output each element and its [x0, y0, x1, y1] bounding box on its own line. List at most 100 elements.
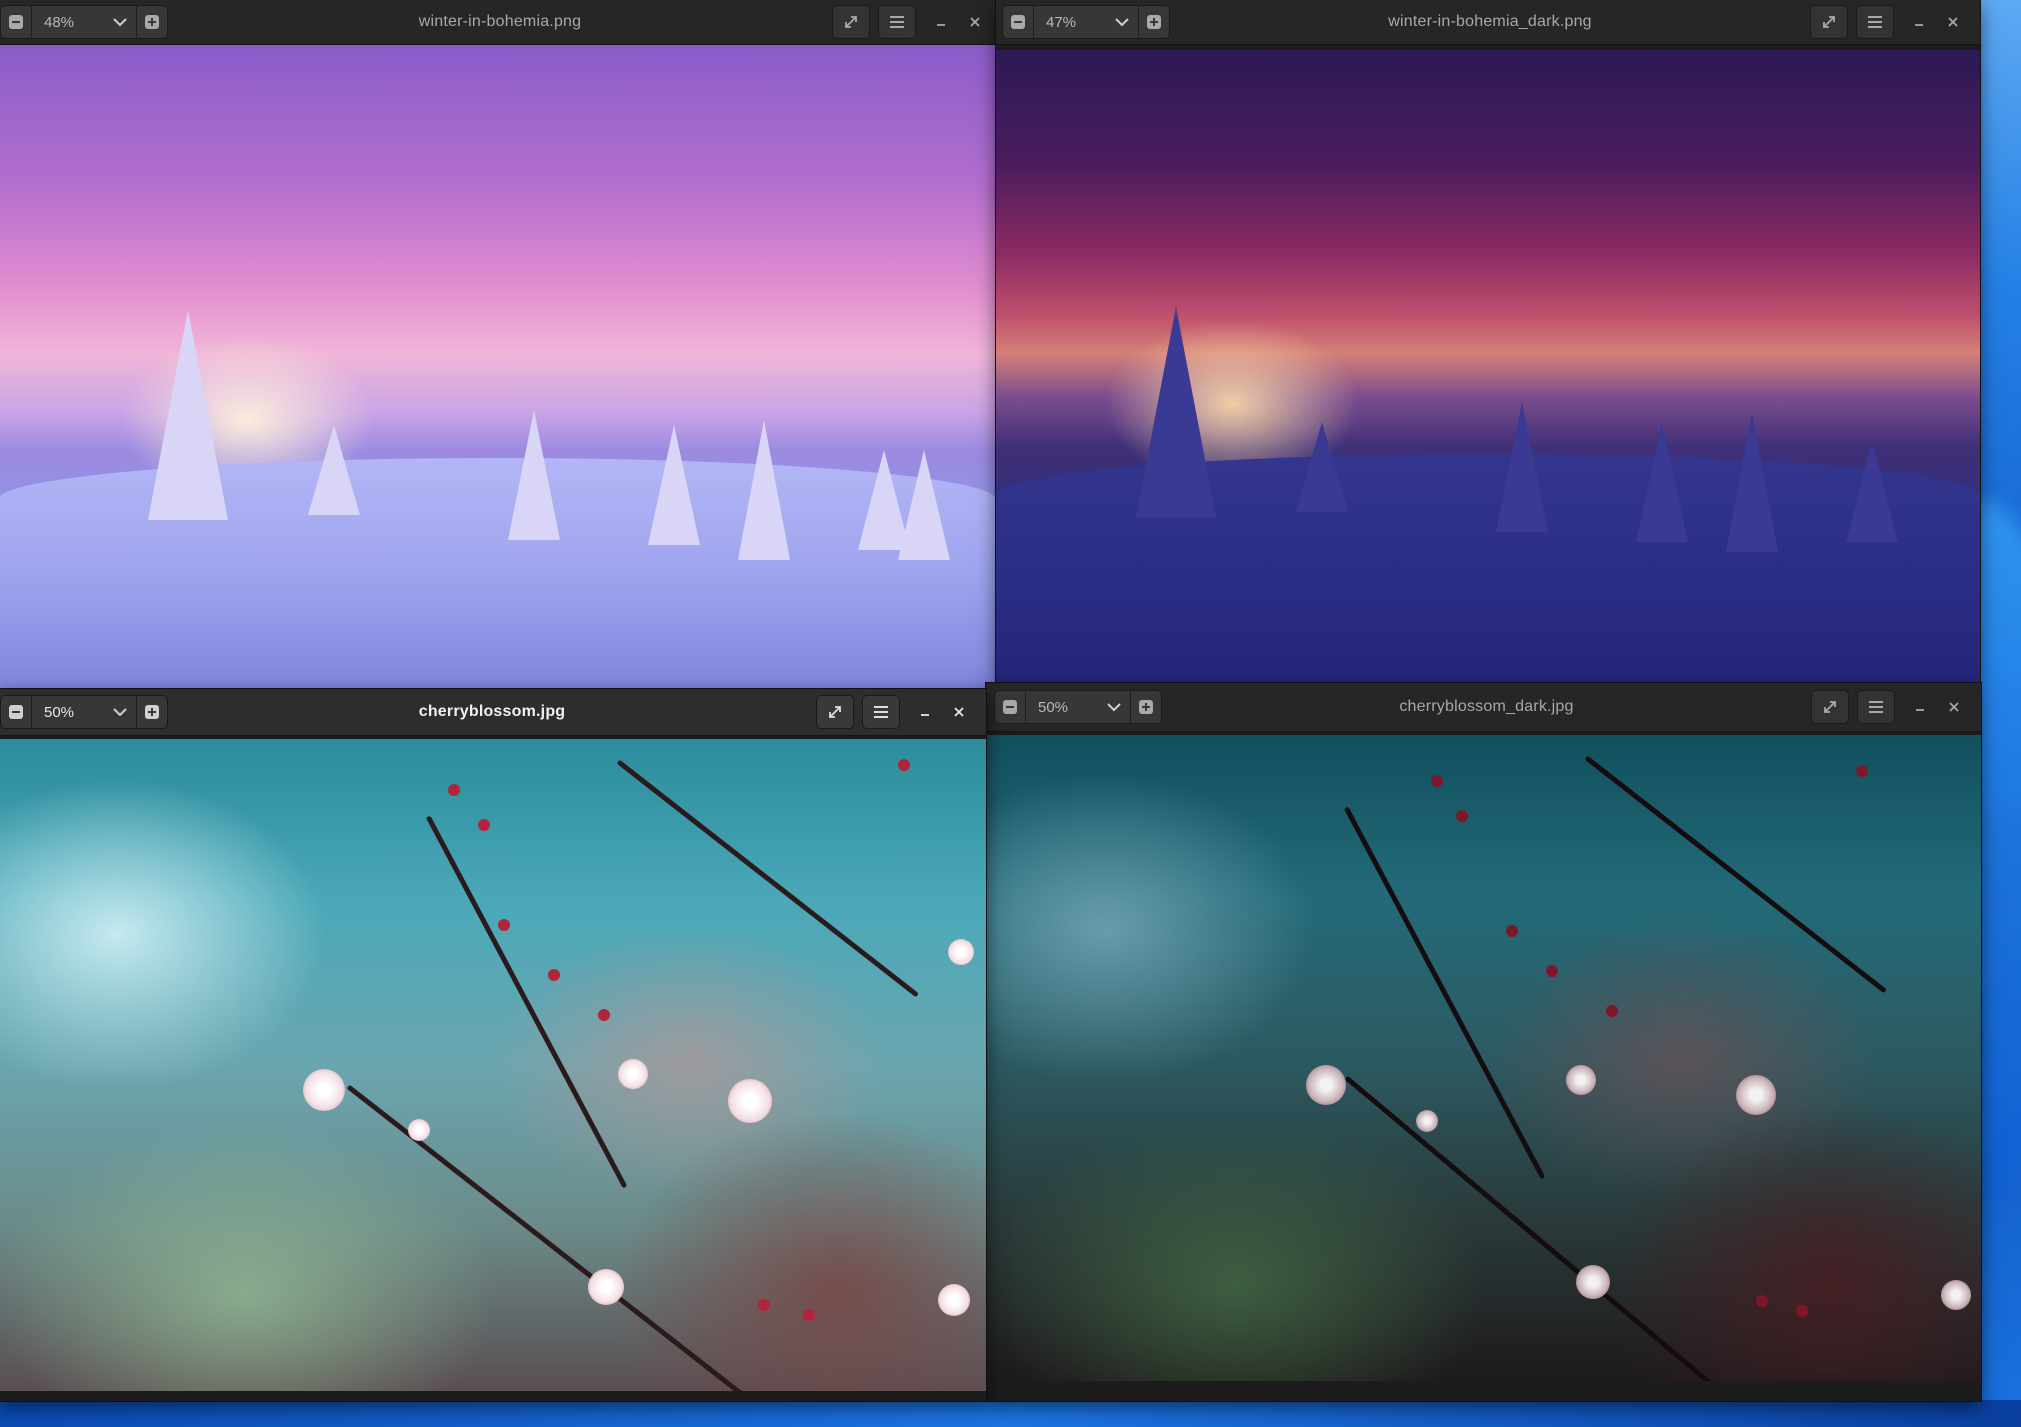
- zoom-out-button[interactable]: [995, 691, 1025, 723]
- blossom: [618, 1059, 648, 1089]
- zoom-dropdown-button[interactable]: [104, 6, 137, 38]
- hamburger-menu-icon: [890, 16, 904, 28]
- cherry-photo: [0, 739, 986, 1391]
- zoom-in-button[interactable]: [137, 6, 167, 38]
- branch: [1343, 806, 1546, 1180]
- close-icon: [1949, 702, 1959, 712]
- winter-photo: [0, 45, 996, 690]
- bud: [803, 1309, 815, 1321]
- titlebar: 50% cherryblossom_dark.jpg: [986, 683, 1981, 732]
- window-title: winter-in-bohemia_dark.png: [1388, 13, 1592, 30]
- image-canvas[interactable]: [0, 739, 986, 1391]
- blossom: [1941, 1280, 1971, 1310]
- fullscreen-button[interactable]: [816, 695, 854, 729]
- bud: [1756, 1295, 1768, 1307]
- blossom: [588, 1269, 624, 1305]
- image-canvas[interactable]: [0, 45, 996, 690]
- blossom: [1306, 1065, 1346, 1105]
- chevron-down-icon: [1115, 18, 1129, 27]
- close-button[interactable]: [1937, 691, 1971, 723]
- window-title: cherryblossom_dark.jpg: [1399, 698, 1574, 715]
- menu-button[interactable]: [878, 5, 916, 39]
- fullscreen-button[interactable]: [1810, 5, 1848, 39]
- snow-tree: [1726, 412, 1778, 552]
- close-button[interactable]: [942, 696, 976, 728]
- bud: [1431, 775, 1443, 787]
- menu-button[interactable]: [1856, 5, 1894, 39]
- image-canvas[interactable]: [996, 50, 1980, 682]
- plus-square-icon: [1139, 700, 1153, 714]
- snow-tree: [738, 420, 790, 560]
- minimize-button[interactable]: [1903, 691, 1937, 723]
- bud: [1546, 965, 1558, 977]
- blossom: [1416, 1110, 1438, 1132]
- minimize-icon: [937, 24, 945, 26]
- zoom-out-button[interactable]: [1, 696, 31, 728]
- fullscreen-button[interactable]: [832, 5, 870, 39]
- menu-button[interactable]: [1857, 690, 1895, 724]
- zoom-out-button[interactable]: [1003, 6, 1033, 38]
- snow-tree: [1296, 422, 1348, 512]
- plus-square-icon: [145, 705, 159, 719]
- zoom-level[interactable]: 50%: [31, 696, 104, 728]
- bud: [548, 969, 560, 981]
- snow-tree: [508, 410, 560, 540]
- zoom-in-button[interactable]: [1139, 6, 1169, 38]
- image-viewer-window: 47% winter-in-bohemia_dark.png: [996, 0, 1980, 682]
- zoom-control: 50%: [0, 695, 168, 729]
- image-canvas[interactable]: [986, 735, 1981, 1381]
- minimize-icon: [1916, 709, 1924, 711]
- fullscreen-button[interactable]: [1811, 690, 1849, 724]
- bud: [1606, 1005, 1618, 1017]
- minus-square-icon: [9, 705, 23, 719]
- hamburger-menu-icon: [874, 706, 888, 718]
- zoom-dropdown-button[interactable]: [104, 696, 137, 728]
- snow-tree: [648, 425, 700, 545]
- bud: [478, 819, 490, 831]
- close-icon: [970, 17, 980, 27]
- zoom-level[interactable]: 50%: [1025, 691, 1098, 723]
- zoom-in-button[interactable]: [1131, 691, 1161, 723]
- winter-dark-photo: [996, 50, 1980, 682]
- bud: [1856, 765, 1868, 777]
- minimize-button[interactable]: [908, 696, 942, 728]
- expand-arrows-icon: [1823, 16, 1835, 28]
- close-button[interactable]: [1936, 6, 1970, 38]
- snow-tree: [1636, 422, 1688, 542]
- bud: [1506, 925, 1518, 937]
- bud: [1456, 810, 1468, 822]
- zoom-level[interactable]: 48%: [31, 6, 104, 38]
- snow-tree: [1496, 402, 1548, 532]
- snow-tree: [148, 310, 228, 520]
- titlebar: 48% winter-in-bohemia.png: [0, 0, 996, 45]
- blossom: [728, 1079, 772, 1123]
- zoom-dropdown-button[interactable]: [1098, 691, 1131, 723]
- menu-button[interactable]: [862, 695, 900, 729]
- zoom-dropdown-button[interactable]: [1106, 6, 1139, 38]
- plus-square-icon: [1147, 15, 1161, 29]
- expand-arrows-icon: [1824, 701, 1836, 713]
- hamburger-menu-icon: [1868, 16, 1882, 28]
- minimize-button[interactable]: [924, 6, 958, 38]
- image-viewer-window: 50% cherryblossom_dark.jpg: [986, 683, 1981, 1401]
- minimize-button[interactable]: [1902, 6, 1936, 38]
- zoom-in-button[interactable]: [137, 696, 167, 728]
- minus-square-icon: [1003, 700, 1017, 714]
- zoom-control: 48%: [0, 5, 168, 39]
- titlebar: 50% cherryblossom.jpg: [0, 689, 986, 736]
- image-viewer-window: 50% cherryblossom.jpg: [0, 689, 986, 1401]
- snow-tree: [308, 425, 360, 515]
- blossom: [938, 1284, 970, 1316]
- titlebar: 47% winter-in-bohemia_dark.png: [996, 0, 1980, 45]
- blossom: [1576, 1265, 1610, 1299]
- bud: [1796, 1305, 1808, 1317]
- zoom-out-button[interactable]: [1, 6, 31, 38]
- branch: [1344, 1075, 1746, 1381]
- zoom-level[interactable]: 47%: [1033, 6, 1106, 38]
- bud: [758, 1299, 770, 1311]
- chevron-down-icon: [113, 708, 127, 717]
- plus-square-icon: [145, 15, 159, 29]
- close-button[interactable]: [958, 6, 992, 38]
- blossom: [303, 1069, 345, 1111]
- image-viewer-window: 48% winter-in-bohemia.png: [0, 0, 996, 690]
